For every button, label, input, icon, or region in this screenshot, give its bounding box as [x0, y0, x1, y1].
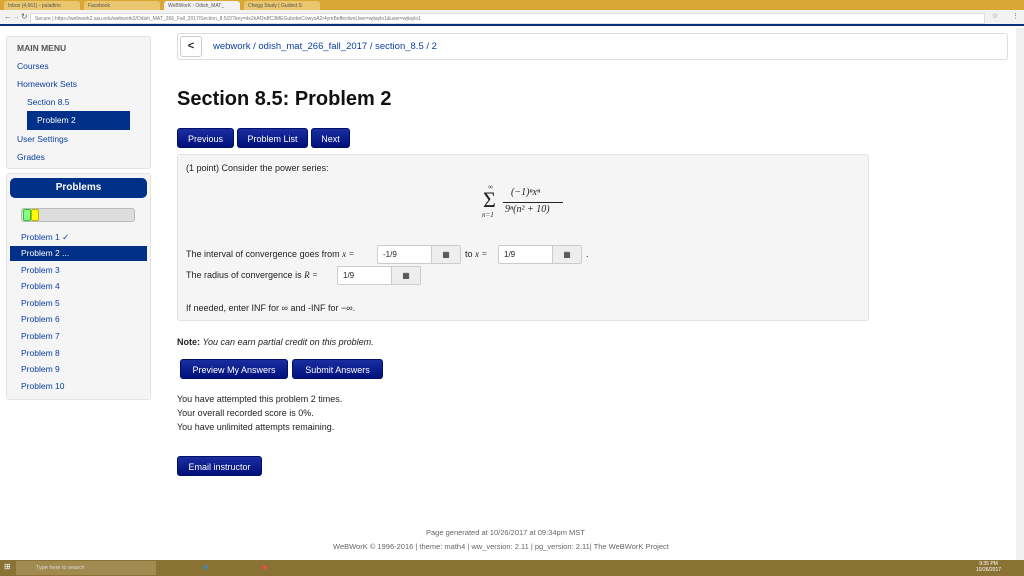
equation-editor-icon[interactable]: ▦: [391, 266, 421, 285]
problem-link-6[interactable]: Problem 6: [21, 314, 60, 324]
problem-link-4[interactable]: Problem 4: [21, 281, 60, 291]
edge-icon[interactable]: e: [203, 562, 208, 572]
page-generated: Page generated at 10/26/2017 at 09:34pm …: [426, 528, 585, 537]
tab-facebook[interactable]: Facebook: [84, 1, 160, 10]
problems-title: Problems: [10, 178, 147, 198]
progress-partial: [31, 209, 39, 221]
score-text: Your overall recorded score is 0%.: [177, 408, 314, 418]
to-label: to x =: [465, 249, 487, 259]
attempt-status: You have attempted this problem 2 times.…: [177, 392, 342, 434]
r-eq: R =: [304, 270, 318, 280]
problem-link-9[interactable]: Problem 9: [21, 364, 60, 374]
main-menu-title: MAIN MENU: [17, 43, 67, 53]
forward-icon[interactable]: →: [12, 12, 20, 21]
remaining-text: You have unlimited attempts remaining.: [177, 422, 335, 432]
denominator: 9ⁿ(n² + 10): [505, 204, 550, 215]
x-eq-2: x =: [475, 249, 488, 259]
sidebar-item-grades[interactable]: Grades: [17, 152, 45, 162]
progress-correct: [23, 209, 31, 221]
period: .: [586, 249, 589, 259]
windows-start-icon[interactable]: ⊞: [4, 562, 11, 571]
url-field[interactable]: Secure | https://webwork2.asu.edu/webwor…: [30, 13, 985, 24]
interval-to-input[interactable]: 1/9: [498, 245, 553, 264]
problem-list-button[interactable]: Problem List: [237, 128, 308, 148]
next-button[interactable]: Next: [311, 128, 350, 148]
problem-link-3[interactable]: Problem 3: [21, 265, 60, 275]
problem-intro: (1 point) Consider the power series:: [186, 163, 329, 173]
date: 10/26/2017: [976, 567, 1002, 573]
clock[interactable]: 9:35 PM 10/26/2017: [976, 561, 1001, 573]
to-text: to: [465, 249, 473, 259]
attempts-text: You have attempted this problem 2 times.: [177, 394, 343, 404]
footer-credits: WeBWorK © 1996-2016 | theme: math4 | ww_…: [333, 542, 669, 551]
submit-answers-button[interactable]: Submit Answers: [292, 359, 383, 379]
radius-text: The radius of convergence is: [186, 270, 302, 280]
equation-editor-icon[interactable]: ▦: [431, 245, 461, 264]
problem-link-2[interactable]: Problem 2 ...: [10, 246, 147, 261]
search-box[interactable]: Type here to search: [16, 561, 156, 575]
problem-box: (1 point) Consider the power series: ∞ Σ…: [177, 154, 869, 321]
problem-link-7[interactable]: Problem 7: [21, 331, 60, 341]
star-icon[interactable]: ☆: [992, 12, 998, 20]
main-menu: MAIN MENU Courses Homework Sets Section …: [6, 36, 151, 169]
sidebar-item-problem-2[interactable]: Problem 2: [27, 111, 130, 130]
numerator: (−1)ⁿxⁿ: [511, 187, 541, 198]
breadcrumb-path[interactable]: webwork / odish_mat_266_fall_2017 / sect…: [213, 41, 437, 52]
back-icon[interactable]: ←: [4, 12, 12, 21]
scrollbar[interactable]: [1016, 28, 1024, 560]
sidebar-item-section[interactable]: Section 8.5: [27, 97, 70, 107]
browser-tab-bar: Inbox (4,661) - paladino Facebook WeBWor…: [0, 0, 1024, 10]
previous-button[interactable]: Previous: [177, 128, 234, 148]
problem-link-1[interactable]: Problem 1 ✓: [21, 232, 69, 243]
note-text: You can earn partial credit on this prob…: [202, 337, 374, 347]
radius-input[interactable]: 1/9: [337, 266, 392, 285]
fraction-bar: [503, 202, 563, 203]
note-label: Note:: [177, 337, 200, 347]
equation-editor-icon[interactable]: ▦: [552, 245, 582, 264]
reload-icon[interactable]: ↻: [21, 12, 28, 21]
taskbar: ⊞ Type here to search e ● 9:35 PM 10/26/2…: [0, 560, 1024, 576]
menu-icon[interactable]: ⋮: [1012, 12, 1019, 20]
preview-answers-button[interactable]: Preview My Answers: [180, 359, 288, 379]
back-button[interactable]: <: [180, 36, 202, 57]
chrome-icon[interactable]: ●: [262, 562, 267, 572]
problem-link-5[interactable]: Problem 5: [21, 298, 60, 308]
hint: If needed, enter INF for ∞ and -INF for …: [186, 303, 356, 313]
interval-label: The interval of convergence goes from x …: [186, 249, 354, 259]
tab-gmail[interactable]: Inbox (4,661) - paladino: [4, 1, 80, 10]
sigma-icon: Σ: [483, 187, 496, 212]
interval-from-input[interactable]: -1/9: [377, 245, 432, 264]
progress-bar: [21, 208, 135, 222]
breadcrumb: < webwork / odish_mat_266_fall_2017 / se…: [177, 33, 1008, 60]
tab-chegg[interactable]: Chegg Study | Guided S: [244, 1, 320, 10]
sidebar-item-user-settings[interactable]: User Settings: [17, 134, 68, 144]
interval-text: The interval of convergence goes from: [186, 249, 340, 259]
problem-link-8[interactable]: Problem 8: [21, 348, 60, 358]
x-eq: x =: [342, 249, 355, 259]
radius-label: The radius of convergence is R =: [186, 270, 318, 280]
problems-panel: Problems Problem 1 ✓ Problem 2 ... Probl…: [6, 173, 151, 400]
email-instructor-button[interactable]: Email instructor: [177, 456, 262, 476]
problem-link-10[interactable]: Problem 10: [21, 381, 64, 391]
page-title: Section 8.5: Problem 2: [177, 88, 392, 110]
sidebar-item-courses[interactable]: Courses: [17, 61, 49, 71]
sum-lower: n=1: [482, 211, 494, 219]
tab-webwork[interactable]: WeBWorK : Odish_MAT_: [164, 1, 240, 10]
note: Note: You can earn partial credit on thi…: [177, 337, 374, 347]
sidebar-item-homework-sets[interactable]: Homework Sets: [17, 79, 77, 89]
